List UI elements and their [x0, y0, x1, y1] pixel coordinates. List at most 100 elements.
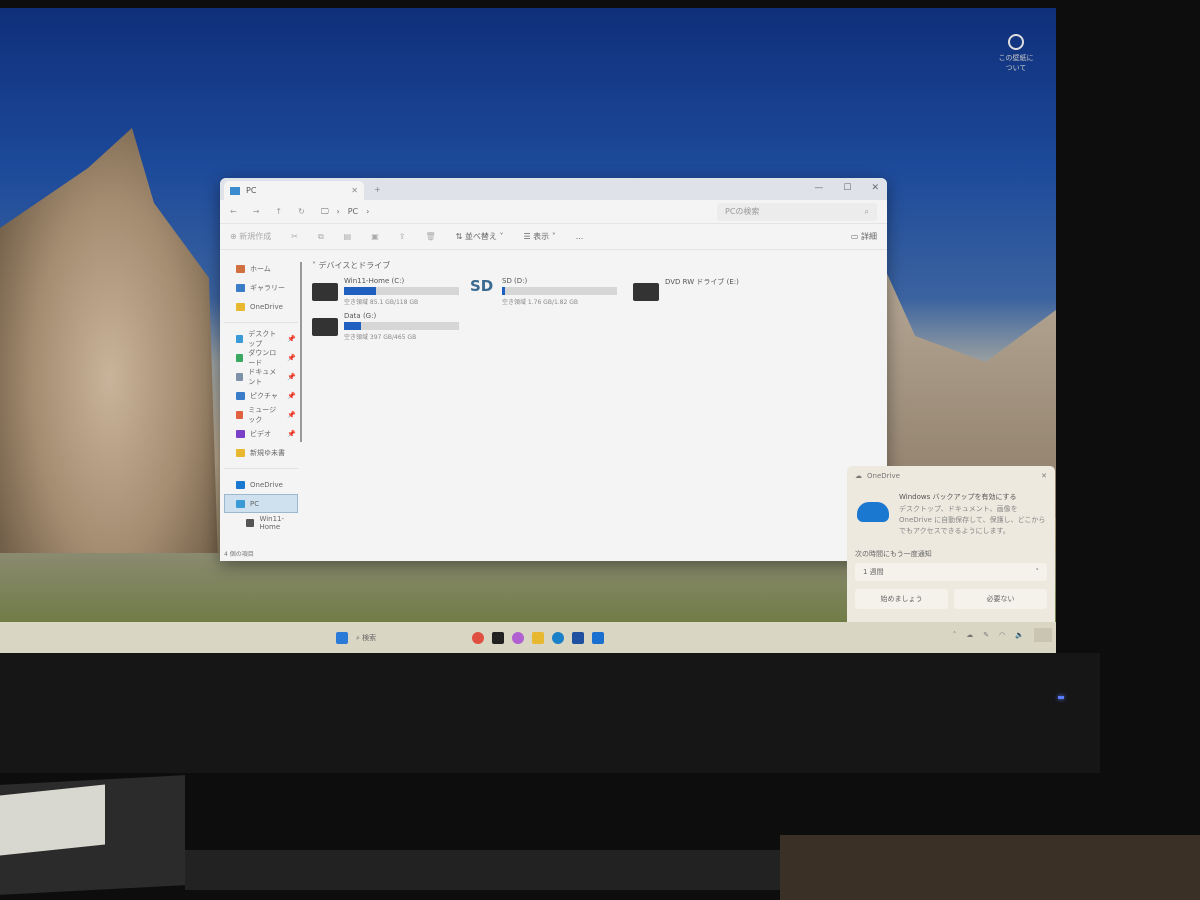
nav-item[interactable]: ホーム: [220, 259, 302, 278]
store-icon[interactable]: [572, 631, 585, 644]
nav-item[interactable]: OneDrive: [220, 475, 302, 494]
remind-select[interactable]: 1 週間 ˅: [855, 563, 1047, 581]
search-input[interactable]: PCの検索 ⌕: [717, 202, 877, 221]
nav-item-label: ホーム: [250, 264, 271, 273]
nav-item[interactable]: ドキュメント 📌: [220, 367, 302, 386]
copilot-icon[interactable]: [512, 631, 525, 644]
nav-scrollbar[interactable]: [300, 262, 302, 442]
widgets-icon[interactable]: [472, 631, 485, 644]
task-view-icon[interactable]: [492, 631, 505, 644]
refresh-button[interactable]: ↻: [298, 207, 305, 216]
monitor-screen: この壁紙について PC ✕ + — ☐ ✕ ← → ↑ ↻ 🖵 › PC › PCの検索 ⌕ …: [0, 8, 1056, 653]
pin-icon: 📌: [287, 391, 296, 400]
pin-icon: 📌: [287, 410, 296, 419]
folder-icon: [246, 518, 255, 527]
decline-button[interactable]: 必要ない: [954, 589, 1047, 609]
onedrive-cloud-icon: [857, 502, 889, 522]
clock: [1034, 628, 1052, 642]
share-icon[interactable]: ⇪: [399, 232, 406, 241]
status-bar: 4 個の項目: [224, 551, 254, 558]
content-pane: ˅ デバイスとドライブ Win11-Home (C:) 空き領域 85.1 GB/…: [312, 260, 887, 341]
pen-icon: ✎: [983, 631, 990, 639]
close-button[interactable]: ✕: [871, 183, 879, 193]
drive-icon: [312, 318, 338, 336]
close-tab-icon[interactable]: ✕: [351, 186, 358, 195]
sort-button[interactable]: ⇅ 並べ替え ˅: [456, 231, 504, 242]
folder-icon: [236, 499, 245, 508]
notification-body: デスクトップ、ドキュメント、画像を OneDrive に自動保存して、保護し、ど…: [899, 505, 1046, 535]
search-placeholder: PCの検索: [725, 207, 760, 216]
forward-button[interactable]: →: [253, 207, 260, 216]
folder-icon: [236, 410, 244, 419]
nav-item-label: OneDrive: [250, 302, 283, 311]
drive-item[interactable]: Data (G:) 空き領域 397 GB/465 GB: [312, 312, 462, 341]
up-button[interactable]: ↑: [275, 207, 282, 216]
nav-item[interactable]: OneDrive: [220, 297, 302, 316]
nav-item[interactable]: ピクチャ 📌: [220, 386, 302, 405]
folder-icon: [236, 283, 245, 292]
power-led: [1058, 696, 1064, 699]
drive-item[interactable]: SD SD (D:) 空き領域 1.76 GB/1.82 GB: [470, 277, 625, 306]
section-header[interactable]: ˅ デバイスとドライブ: [312, 260, 887, 271]
drive-icon: [312, 283, 338, 301]
close-notification-button[interactable]: ✕: [1041, 472, 1047, 480]
taskbar-search[interactable]: ⌕ 検索: [356, 633, 376, 643]
nav-item-label: デスクトップ: [248, 329, 277, 348]
view-button[interactable]: ☰ 表示 ˅: [523, 231, 555, 242]
nav-item[interactable]: 新規ゆ未書: [220, 443, 302, 462]
pin-icon: 📌: [287, 429, 296, 438]
paste-icon[interactable]: ▤: [344, 232, 352, 241]
system-tray[interactable]: ˄ ☁ ✎ ◠ 🔈: [953, 628, 1052, 642]
breadcrumb[interactable]: 🖵 › PC ›: [321, 207, 701, 217]
maximize-button[interactable]: ☐: [843, 183, 851, 193]
onedrive-notification: ☁ OneDrive ✕ Windows バックアップを有効にする デスクトップ、ド…: [847, 466, 1055, 628]
nav-item[interactable]: ミュージック 📌: [220, 405, 302, 424]
cut-icon[interactable]: ✂: [291, 232, 298, 241]
folder-icon: [236, 334, 244, 343]
folder-icon: [236, 429, 245, 438]
drive-label: [0, 784, 105, 856]
new-tab-button[interactable]: +: [374, 185, 381, 194]
breadcrumb-pc[interactable]: PC: [348, 207, 358, 216]
details-button[interactable]: ▭ 詳細: [851, 231, 877, 242]
drive-usage-bar: [344, 287, 459, 295]
wallpaper-info-icon: [1008, 34, 1024, 50]
rename-icon[interactable]: ▣: [371, 232, 379, 241]
notification-app: OneDrive: [867, 472, 900, 480]
nav-item[interactable]: ダウンロード 📌: [220, 348, 302, 367]
drive-free-space: 空き領域 85.1 GB/118 GB: [344, 299, 419, 306]
outlook-icon[interactable]: [592, 631, 605, 644]
drive-name: Win11-Home (C:): [344, 277, 405, 285]
nav-item-label: Win11-Home: [259, 514, 285, 531]
sd-card-icon: SD: [470, 277, 494, 295]
start-button[interactable]: 始めましょう: [855, 589, 948, 609]
nav-item[interactable]: デスクトップ 📌: [220, 329, 302, 348]
nav-item-label: 新規ゆ未書: [250, 448, 285, 457]
command-bar: ⊕ 新規作成 ✂ ⧉ ▤ ▣ ⇪ 🗑 ⇅ 並べ替え ˅ ☰ 表示 ˅ ... ▭…: [220, 224, 887, 250]
edge-icon[interactable]: [552, 631, 565, 644]
nav-separator: [224, 468, 298, 469]
drive-name: SD (D:): [502, 277, 528, 285]
nav-item[interactable]: PC: [224, 494, 298, 513]
nav-item[interactable]: ビデオ 📌: [220, 424, 302, 443]
notification-title: Windows バックアップを有効にする: [899, 493, 1017, 501]
drive-free-space: 空き領域 397 GB/465 GB: [344, 334, 417, 341]
minimize-button[interactable]: —: [814, 183, 823, 193]
back-button[interactable]: ←: [230, 207, 237, 216]
nav-item-label: ピクチャ: [250, 391, 278, 400]
volume-icon: 🔈: [1015, 631, 1024, 639]
wallpaper-info[interactable]: この壁紙について: [996, 34, 1036, 73]
drive-item[interactable]: DVD RW ドライブ (E:): [633, 277, 783, 306]
taskbar: ⌕ 検索 ˄ ☁ ✎ ◠ 🔈: [0, 622, 1056, 653]
delete-icon[interactable]: 🗑: [426, 232, 436, 241]
new-button[interactable]: ⊕ 新規作成: [230, 231, 271, 242]
nav-item[interactable]: ギャラリー: [220, 278, 302, 297]
desk: [780, 835, 1200, 900]
drive-item[interactable]: Win11-Home (C:) 空き領域 85.1 GB/118 GB: [312, 277, 462, 306]
copy-icon[interactable]: ⧉: [318, 232, 324, 242]
nav-item[interactable]: Win11-Home: [220, 513, 302, 532]
start-icon[interactable]: [336, 631, 348, 644]
tab-pc[interactable]: PC ✕: [224, 181, 364, 200]
more-button[interactable]: ...: [576, 232, 584, 241]
file-explorer-icon[interactable]: [532, 631, 545, 644]
